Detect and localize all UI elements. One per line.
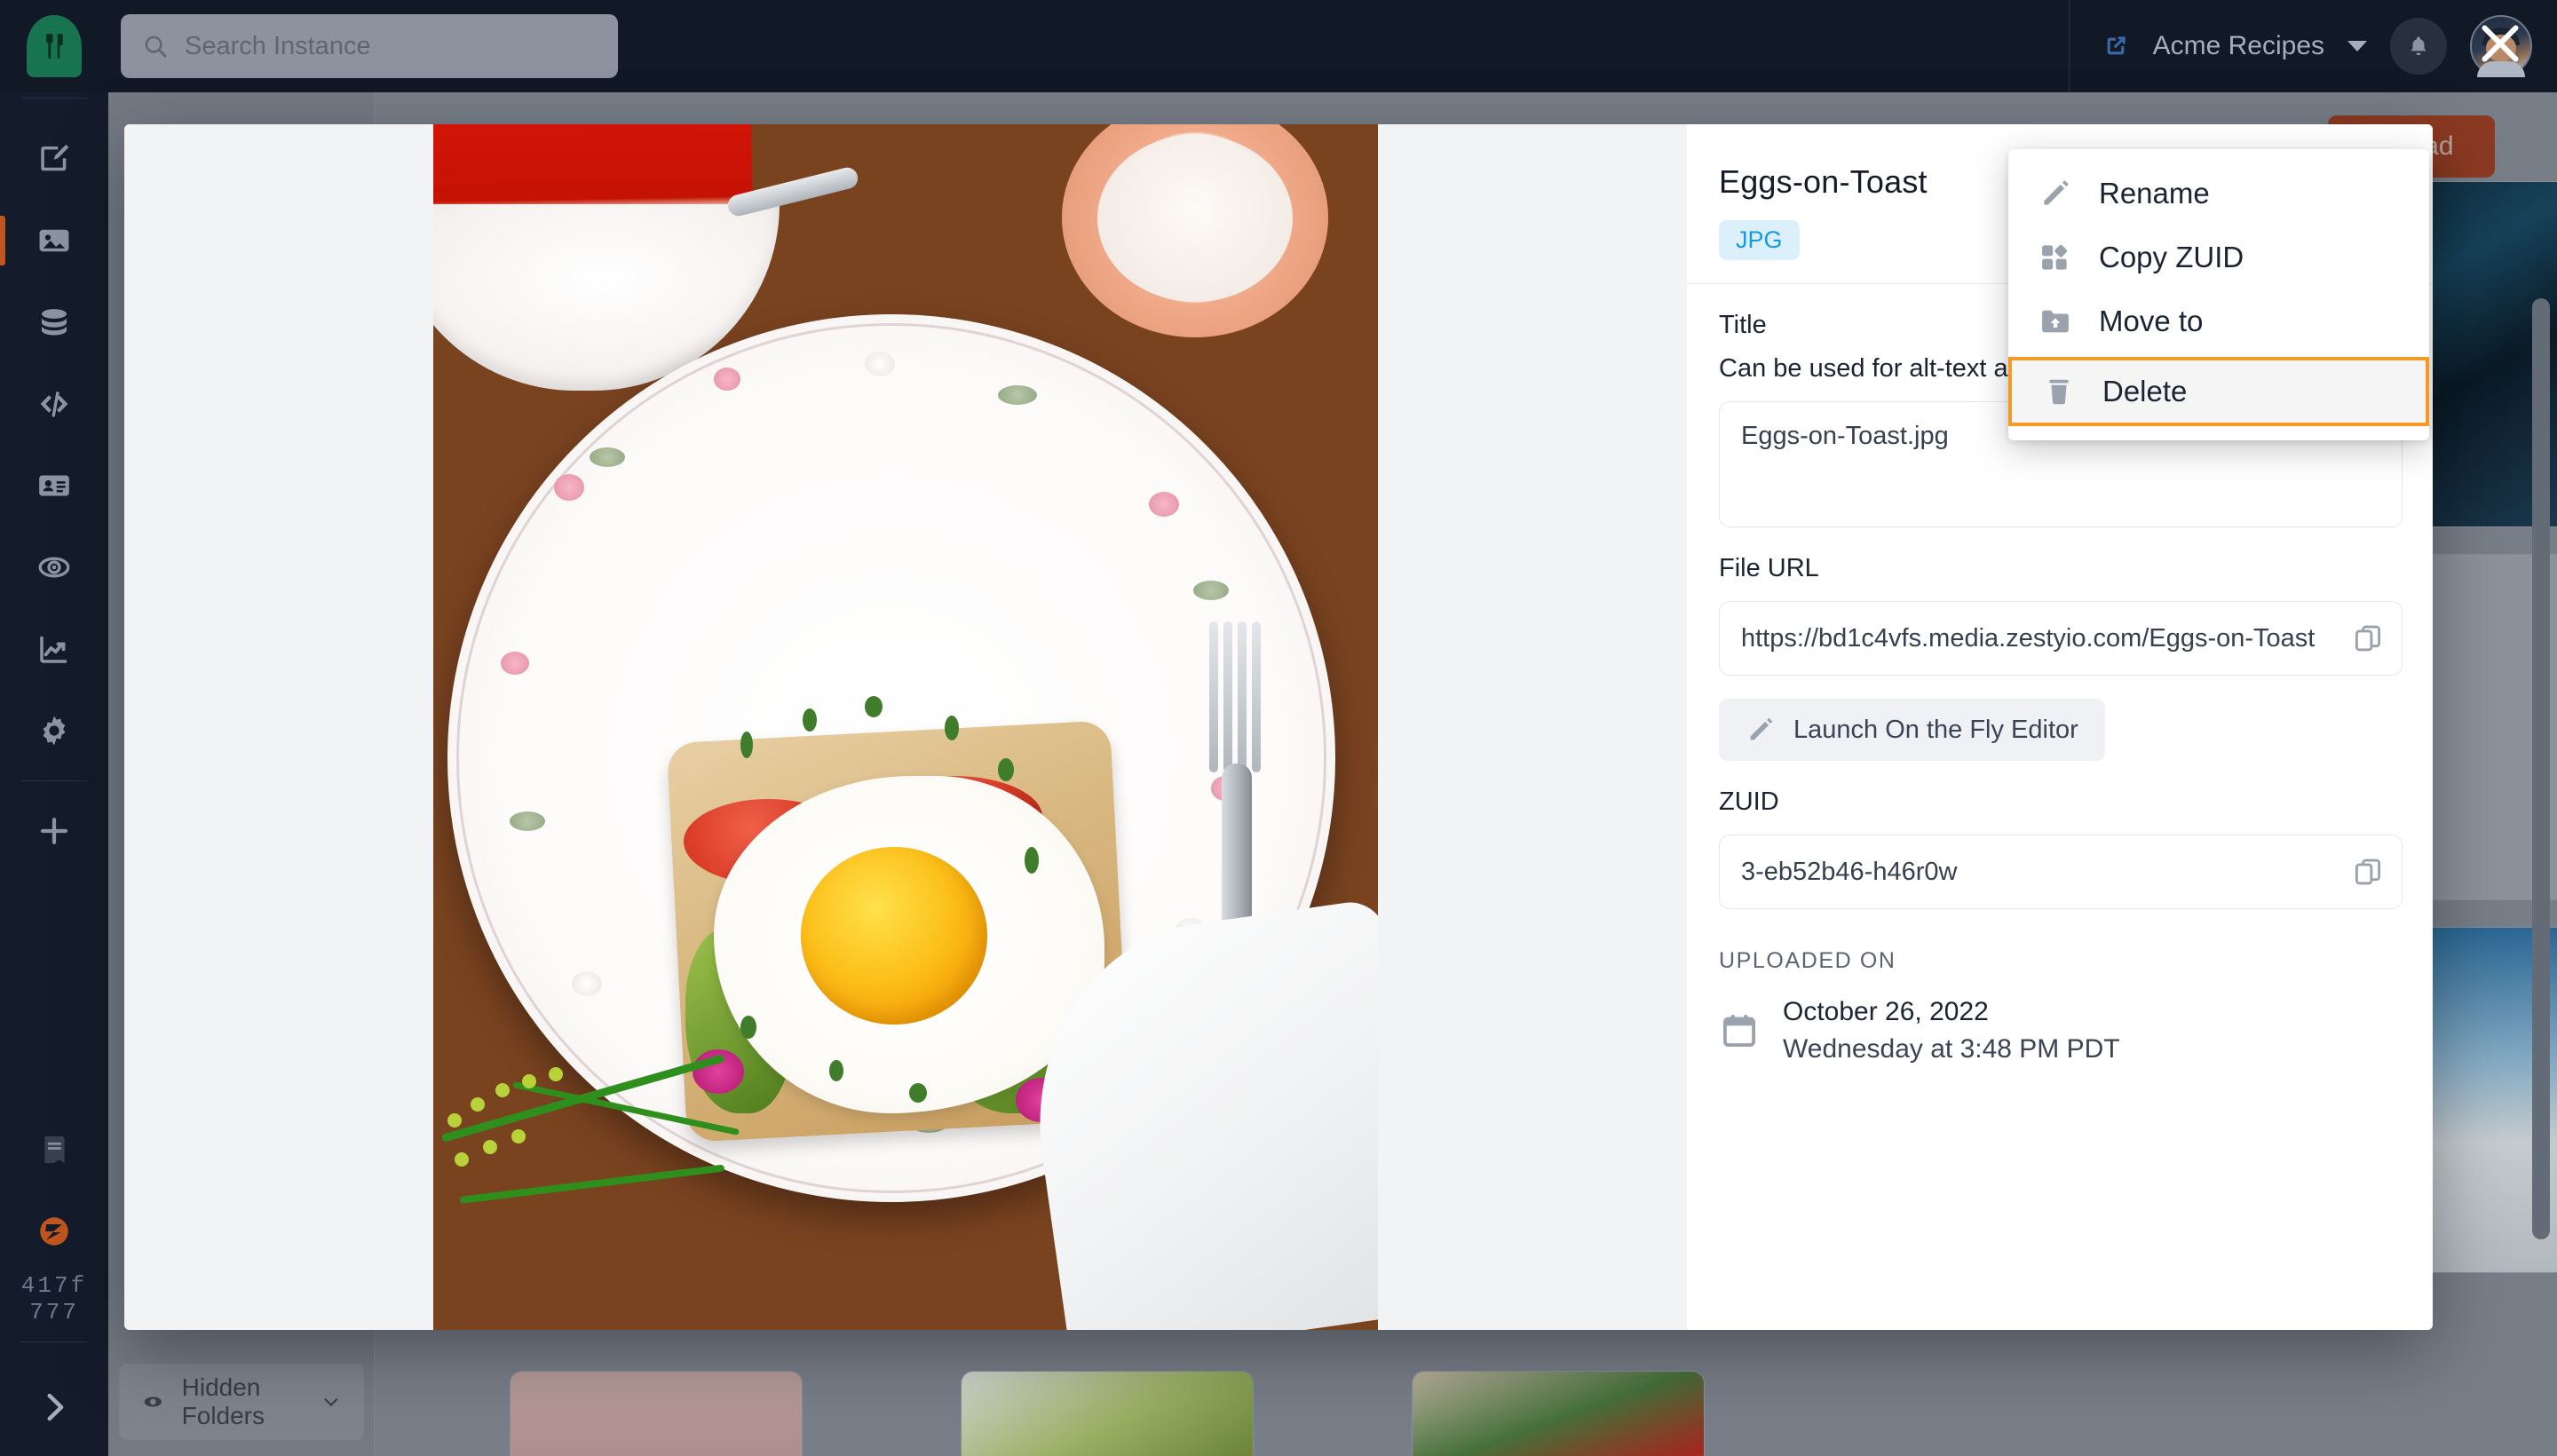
media-card[interactable] xyxy=(1412,1371,1705,1456)
launch-editor-label: Launch On the Fly Editor xyxy=(1793,715,2078,744)
photo-greens xyxy=(433,1028,780,1294)
file-type-badge: JPG xyxy=(1719,220,1800,260)
chevron-right-icon xyxy=(47,1393,64,1421)
zuid-label: ZUID xyxy=(1719,787,1779,816)
menu-item-label: Move to xyxy=(2099,305,2204,337)
menu-item-label: Delete xyxy=(2102,375,2188,408)
pencil-icon xyxy=(1750,717,1773,740)
divider xyxy=(21,1341,87,1342)
file-url-value: https://bd1c4vfs.media.zestyio.com/Eggs-… xyxy=(1741,623,2316,653)
fork-knife-logo-icon xyxy=(46,34,63,59)
id-card-icon xyxy=(39,475,69,496)
divider xyxy=(21,98,87,99)
sidebar-item-schema[interactable] xyxy=(0,281,108,363)
gear-icon xyxy=(43,716,66,746)
book-icon xyxy=(44,1136,65,1164)
search-icon xyxy=(145,36,167,58)
sidebar-item-analytics[interactable] xyxy=(0,608,108,690)
divider xyxy=(21,780,87,781)
media-grid-scrollbar[interactable] xyxy=(2532,298,2550,1239)
build-version: 417f777 xyxy=(20,1272,88,1325)
plus-icon xyxy=(40,817,68,845)
app-root: Search Instance Acme Recipes 417f777 Hid… xyxy=(0,0,2557,1456)
chevron-down-icon xyxy=(324,1398,338,1406)
zesty-logo-icon xyxy=(40,1217,68,1246)
folder-upload-icon xyxy=(2042,310,2069,333)
sidebar-item-content[interactable] xyxy=(0,118,108,200)
zuid-input[interactable]: 3-eb52b46-h46r0w xyxy=(1719,835,2403,909)
upload-date: October 26, 2022 xyxy=(1783,997,1989,1026)
media-card[interactable] xyxy=(510,1371,803,1456)
instance-name[interactable]: Acme Recipes xyxy=(2153,31,2324,61)
sidebar-item-audience[interactable] xyxy=(0,526,108,608)
instance-logo[interactable] xyxy=(0,0,108,92)
search-input[interactable]: Search Instance xyxy=(121,14,618,78)
calendar-icon xyxy=(1722,1014,1756,1048)
zuid-value: 3-eb52b46-h46r0w xyxy=(1741,857,1958,886)
uploaded-on-value: October 26, 2022 Wednesday at 3:48 PM PD… xyxy=(1719,993,2397,1068)
file-url-field-group: File URL https://bd1c4vfs.media.zestyio.… xyxy=(1719,554,2403,676)
hidden-folders-label: Hidden Folders xyxy=(181,1373,265,1429)
edit-document-icon xyxy=(41,144,69,171)
file-url-label: File URL xyxy=(1719,554,1819,582)
uploaded-on-label: UPLOADED ON xyxy=(1719,948,1896,973)
chart-line-icon xyxy=(40,637,67,663)
external-link-icon[interactable] xyxy=(2102,32,2130,60)
photo-egg-yolk xyxy=(801,847,987,1025)
menu-item-copy-zuid[interactable]: Copy ZUID xyxy=(2008,226,2429,289)
close-icon[interactable] xyxy=(2474,17,2527,70)
top-bar: Search Instance Acme Recipes xyxy=(0,0,2557,92)
zuid-field-group: ZUID 3-eb52b46-h46r0w xyxy=(1719,787,2403,909)
file-url-input[interactable]: https://bd1c4vfs.media.zestyio.com/Eggs-… xyxy=(1719,601,2403,676)
top-right-actions: Acme Recipes xyxy=(2068,0,2532,92)
blocks-icon xyxy=(2042,244,2068,270)
menu-item-label: Rename xyxy=(2099,177,2210,210)
chevron-down-icon[interactable] xyxy=(2347,41,2367,51)
sidebar-item-leads[interactable] xyxy=(0,445,108,526)
sidebar-item-settings[interactable] xyxy=(0,690,108,772)
sidebar-item-add[interactable] xyxy=(0,790,108,872)
code-icon xyxy=(40,392,68,417)
card-thumbnail xyxy=(511,1372,802,1456)
sidebar-item-code[interactable] xyxy=(0,363,108,445)
menu-item-move-to[interactable]: Move to xyxy=(2008,289,2429,353)
left-nav-rail: 417f777 xyxy=(0,92,108,1456)
search-placeholder: Search Instance xyxy=(185,31,371,60)
image-preview-pane xyxy=(124,124,1687,1330)
menu-item-rename[interactable]: Rename xyxy=(2008,162,2429,226)
bell-icon xyxy=(2411,36,2426,56)
trash-icon xyxy=(2049,379,2069,405)
copy-icon[interactable] xyxy=(2352,856,2384,888)
eye-target-icon xyxy=(38,557,70,578)
zesty-logo[interactable] xyxy=(0,1191,108,1272)
media-card[interactable] xyxy=(961,1371,1254,1456)
image-icon xyxy=(39,229,69,252)
card-thumbnail xyxy=(1413,1372,1704,1456)
divider xyxy=(2068,0,2070,92)
active-indicator xyxy=(0,216,5,265)
avatar[interactable] xyxy=(2470,15,2532,77)
notifications-button[interactable] xyxy=(2390,18,2447,75)
rail-bottom: 417f777 xyxy=(0,1109,108,1456)
hidden-folders-toggle[interactable]: Hidden Folders xyxy=(119,1364,364,1440)
image-preview xyxy=(433,124,1378,1330)
expand-rail-button[interactable] xyxy=(0,1358,108,1456)
pencil-icon xyxy=(2044,180,2069,205)
copy-icon[interactable] xyxy=(2352,622,2384,654)
launch-on-the-fly-editor-button[interactable]: Launch On the Fly Editor xyxy=(1719,699,2105,761)
sidebar-item-media[interactable] xyxy=(0,200,108,281)
database-icon xyxy=(42,309,67,336)
card-thumbnail xyxy=(962,1372,1253,1456)
eye-icon xyxy=(144,1397,162,1407)
media-context-menu: Rename Copy ZUID Move to Delete xyxy=(2008,149,2429,440)
upload-time: Wednesday at 3:48 PM PDT xyxy=(1783,1034,2120,1064)
sidebar-item-docs[interactable] xyxy=(0,1109,108,1191)
menu-item-delete[interactable]: Delete xyxy=(2008,357,2429,426)
menu-item-label: Copy ZUID xyxy=(2099,241,2244,273)
